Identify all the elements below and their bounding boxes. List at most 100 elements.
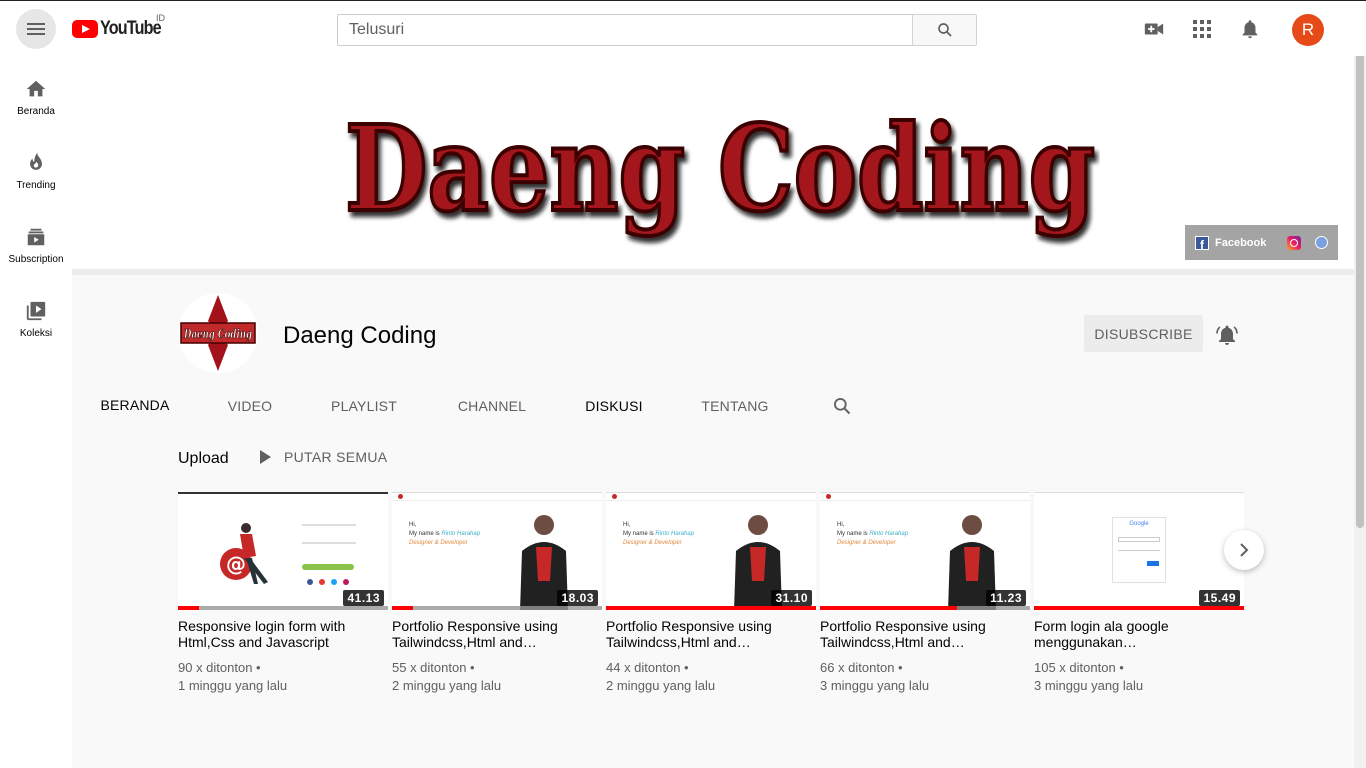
video-camera-add-icon: [1144, 23, 1164, 35]
video-meta: 44 x ditonton • 2 minggu yang lalu: [606, 659, 816, 695]
channel-avatar[interactable]: Daeng Coding: [178, 293, 258, 373]
video-duration: 41.13: [343, 590, 384, 606]
watch-progress-bar: [392, 606, 602, 610]
chevron-right-icon: [1240, 543, 1249, 557]
guide-item-koleksi[interactable]: Koleksi: [0, 278, 72, 352]
mini-guide: Beranda Trending Subscription Koleksi: [0, 56, 72, 768]
video-views: 44 x ditonton •: [606, 660, 689, 675]
search-button[interactable]: [912, 14, 977, 46]
hamburger-icon: [27, 23, 45, 35]
video-duration: 18.03: [557, 590, 598, 606]
library-icon: [26, 301, 46, 321]
watch-progress-bar: [820, 606, 1030, 610]
video-thumbnail[interactable]: Hi, My name is Rinto Harahap Designer & …: [392, 492, 602, 610]
page-scrollbar-thumb[interactable]: [1356, 0, 1364, 528]
shelf-next-button[interactable]: [1224, 530, 1264, 570]
guide-item-trending[interactable]: Trending: [0, 130, 72, 204]
search-icon: [834, 398, 851, 415]
thumbnail-navbar: [392, 493, 602, 501]
section-title[interactable]: Upload: [178, 450, 229, 468]
play-all-label: PUTAR SEMUA: [284, 449, 388, 465]
video-card[interactable]: Hi, My name is Rinto Harahap Designer & …: [392, 492, 602, 702]
channel-notification-button[interactable]: [1215, 323, 1239, 347]
watch-progress-bar: [178, 606, 388, 610]
youtube-logo[interactable]: YouTube ID: [72, 13, 171, 40]
watch-progress-fill: [178, 606, 199, 610]
home-icon: [26, 80, 46, 97]
video-views: 66 x ditonton •: [820, 660, 903, 675]
guide-item-beranda[interactable]: Beranda: [0, 56, 72, 130]
video-card[interactable]: Google 15.49 Form login ala google mengg…: [1034, 492, 1244, 702]
video-duration: 11.23: [986, 590, 1026, 606]
watch-progress-fill: [392, 606, 413, 610]
play-all-button[interactable]: PUTAR SEMUA: [258, 449, 387, 465]
create-video-button[interactable]: [1142, 17, 1166, 41]
video-meta: 90 x ditonton • 1 minggu yang lalu: [178, 659, 388, 695]
instagram-icon[interactable]: [1287, 235, 1302, 250]
banner-links: f Facebook: [1185, 225, 1338, 260]
svg-text:@: @: [226, 552, 246, 576]
masthead: YouTube ID R: [0, 0, 1366, 56]
channel-avatar-text: Daeng Coding: [183, 327, 252, 341]
website-globe-icon[interactable]: [1315, 236, 1329, 249]
video-card[interactable]: Hi, My name is Rinto Harahap Designer & …: [820, 492, 1030, 702]
video-duration: 15.49: [1199, 590, 1240, 606]
banner-link-facebook[interactable]: f Facebook: [1195, 235, 1266, 252]
video-thumbnail[interactable]: Hi, My name is Rinto Harahap Designer & …: [606, 492, 816, 610]
facebook-icon: f: [1195, 235, 1209, 252]
video-views: 105 x ditonton •: [1034, 660, 1124, 675]
video-age: 1 minggu yang lalu: [178, 678, 288, 693]
guide-item-subscription[interactable]: Subscription: [0, 204, 72, 278]
logo-text: YouTube: [100, 18, 162, 39]
video-title[interactable]: Portfolio Responsive using Tailwindcss,H…: [392, 618, 602, 650]
watch-progress-fill: [606, 606, 816, 610]
region-code: ID: [156, 13, 165, 23]
watch-progress-fill: [1034, 606, 1244, 610]
video-card[interactable]: @ 41.13 Responsive login form with Html,…: [178, 492, 388, 702]
guide-menu-button[interactable]: [16, 9, 56, 49]
thumbnail-navbar: [606, 493, 816, 501]
banner-title-art: Daeng Coding: [343, 97, 1097, 240]
thumbnail-caption: Hi, My name is Rinto Harahap Designer & …: [409, 522, 481, 546]
play-icon: [260, 450, 271, 464]
youtube-play-icon: [72, 20, 98, 38]
channel-header: Daeng Coding Daeng Coding DISUBSCRIBE BE…: [72, 269, 1354, 429]
video-age: 3 minggu yang lalu: [1034, 678, 1144, 693]
channel-banner: Daeng Coding: [72, 56, 1354, 269]
video-views: 90 x ditonton •: [178, 660, 261, 675]
video-thumbnail[interactable]: Google 15.49: [1034, 492, 1244, 610]
search-input[interactable]: [337, 14, 912, 46]
video-title[interactable]: Responsive login form with Html,Css and …: [178, 618, 388, 650]
video-card[interactable]: Hi, My name is Rinto Harahap Designer & …: [606, 492, 816, 702]
watch-progress-fill: [820, 606, 957, 610]
search-box: [337, 14, 977, 46]
thumbnail-google-form-art: Google: [1112, 517, 1166, 583]
guide-label: Koleksi: [19, 328, 53, 339]
video-thumbnail[interactable]: @ 41.13: [178, 492, 388, 610]
apps-grid-icon: [1193, 20, 1211, 38]
video-thumbnail[interactable]: Hi, My name is Rinto Harahap Designer & …: [820, 492, 1030, 610]
thumbnail-caption: Hi, My name is Rinto Harahap Designer & …: [837, 522, 909, 546]
unsubscribe-button[interactable]: DISUBSCRIBE: [1084, 315, 1203, 352]
video-title[interactable]: Portfolio Responsive using Tailwindcss,H…: [606, 618, 816, 650]
guide-label: Trending: [16, 180, 56, 191]
notifications-button[interactable]: [1238, 17, 1262, 41]
guide-label: Beranda: [17, 106, 55, 117]
apps-button[interactable]: [1190, 17, 1214, 41]
watch-progress-bar: [606, 606, 816, 610]
account-avatar[interactable]: R: [1292, 14, 1324, 46]
bell-icon: [1242, 20, 1258, 39]
video-meta: 55 x ditonton • 2 minggu yang lalu: [392, 659, 602, 695]
flame-icon: [30, 152, 42, 170]
video-age: 2 minggu yang lalu: [606, 678, 716, 693]
video-views: 55 x ditonton •: [392, 660, 475, 675]
thumbnail-navbar: [820, 493, 1030, 501]
subscriptions-icon: [27, 228, 45, 246]
guide-label: Subscription: [8, 254, 64, 265]
bell-ringing-icon: [1216, 325, 1238, 345]
channel-content: Upload PUTAR SEMUA @ 41.13 Responsive lo…: [72, 423, 1354, 768]
video-title[interactable]: Portfolio Responsive using Tailwindcss,H…: [820, 618, 1030, 650]
channel-avatar-art: Daeng Coding: [180, 295, 256, 371]
video-title[interactable]: Form login ala google menggunakan…: [1034, 618, 1244, 650]
banner-title-text: Daeng Coding: [345, 99, 1095, 238]
